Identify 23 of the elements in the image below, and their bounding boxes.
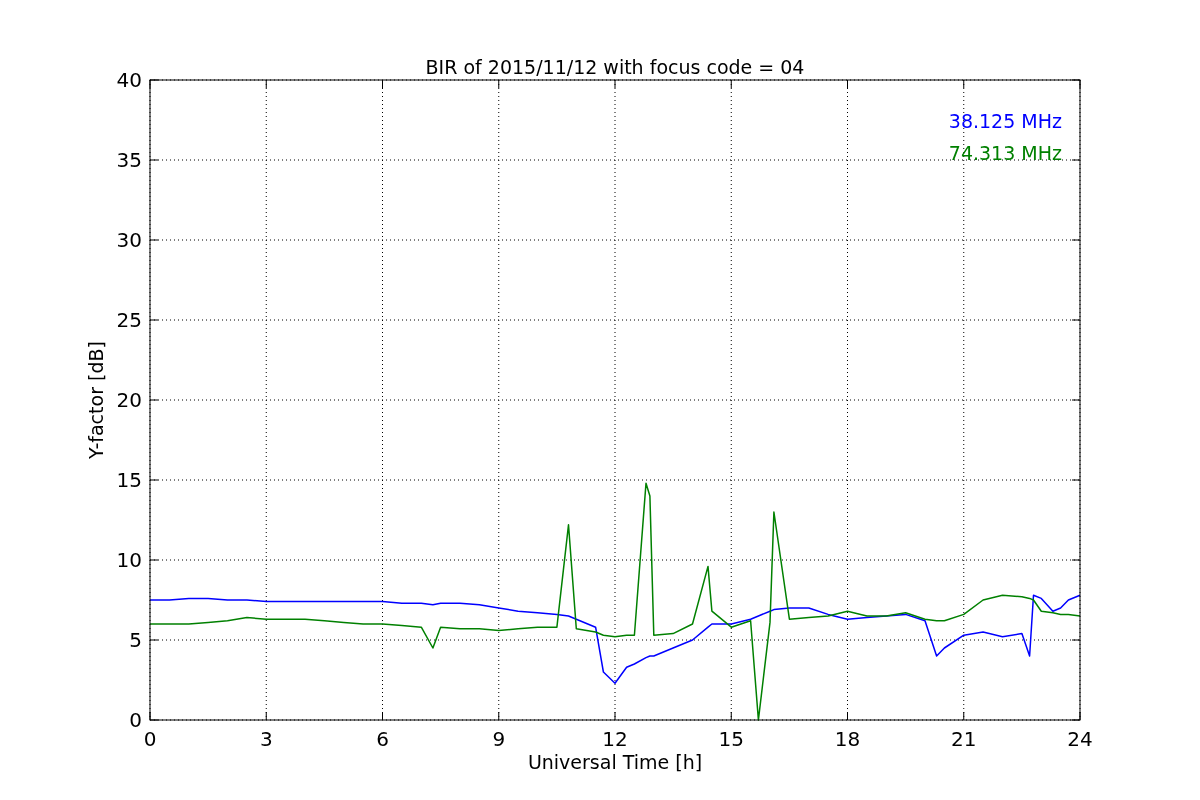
axis-tick-label: 12	[602, 727, 628, 751]
x-axis-label: Universal Time [h]	[527, 751, 703, 773]
axis-tick-label: 3	[259, 727, 273, 751]
axis-tick-label: 21	[951, 727, 977, 751]
legend-label: 74.313 MHz	[948, 142, 1062, 164]
axis-tick-label: 6	[376, 727, 389, 751]
axis-tick-label: 15	[718, 727, 744, 751]
axis-tick-label: 15	[116, 468, 142, 492]
axis-tick-label: 0	[143, 727, 157, 751]
axis-tick-label: 40	[116, 68, 142, 92]
axis-tick-label: 0	[129, 708, 142, 732]
y-axis-label: Y-factor [dB]	[85, 341, 107, 459]
chart-title: BIR of 2015/11/12 with focus code = 04	[425, 56, 805, 78]
axis-tick-label: 18	[834, 727, 861, 751]
axis-tick-label: 10	[116, 548, 142, 572]
axis-tick-label: 35	[116, 148, 142, 172]
axis-tick-label: 30	[116, 228, 142, 252]
axis-tick-label: 25	[116, 308, 142, 332]
axis-tick-label: 24	[1067, 727, 1093, 751]
axis-tick-label: 9	[492, 727, 506, 751]
legend-label: 38.125 MHz	[948, 110, 1062, 132]
axis-tick-label: 5	[129, 628, 142, 652]
axis-tick-label: 20	[116, 388, 142, 412]
